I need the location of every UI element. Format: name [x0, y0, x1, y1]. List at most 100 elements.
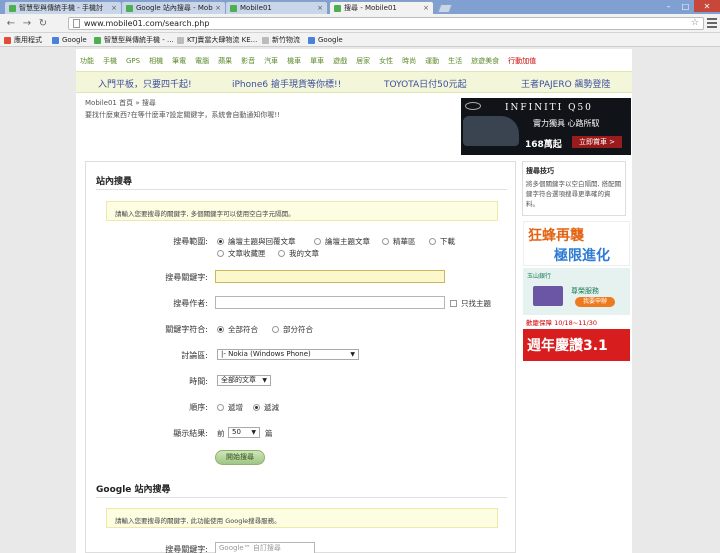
bookmark-item[interactable]: Google: [308, 35, 343, 45]
scope-radio[interactable]: 文章收藏匣: [217, 248, 266, 259]
minimize-icon[interactable]: –: [660, 0, 677, 12]
browser-tab[interactable]: Google 站內搜尋 - Mobi ×: [121, 1, 226, 14]
radio-icon: [217, 404, 224, 411]
promo-link[interactable]: TOYOTA日付50元起: [384, 77, 467, 90]
scope-radio[interactable]: 我的文章: [278, 248, 319, 259]
forward-icon[interactable]: →: [21, 17, 33, 29]
bookmark-label: Google: [318, 36, 343, 44]
close-tab-icon[interactable]: ×: [111, 4, 117, 12]
site-category-nav: 功能 手機 GPS 相機 筆電 電腦 蘋果 影音 汽車 機車 單車 遊戲 居家 …: [76, 53, 632, 69]
keyword-label: 搜尋關鍵字:: [165, 273, 208, 282]
radio-icon: [217, 250, 224, 257]
results-count-select[interactable]: 50 ▼: [228, 427, 260, 438]
radio-icon: [382, 238, 389, 245]
car-banner-ad[interactable]: INFINITI Q50 實力獨具 心路所馭 168萬起 立即賞車 >: [461, 98, 631, 155]
nav-item[interactable]: 居家: [356, 56, 370, 66]
menu-icon[interactable]: [707, 18, 717, 28]
bookmark-apps[interactable]: 應用程式: [4, 35, 42, 45]
ad-apply-button[interactable]: 我要申辦: [575, 297, 615, 307]
browser-tab-active[interactable]: 搜尋 - Mobile01 ×: [329, 1, 434, 14]
scope-radio[interactable]: 下載: [429, 236, 455, 247]
scope-radio[interactable]: 精華區: [382, 236, 416, 247]
side-ad-bank[interactable]: 玉山銀行 尊榮服務 我要申辦: [523, 268, 630, 315]
nav-item[interactable]: 機車: [287, 56, 301, 66]
nav-item[interactable]: 功能: [80, 56, 94, 66]
nav-item[interactable]: 相機: [149, 56, 163, 66]
bookmark-item[interactable]: Google: [52, 35, 87, 45]
match-radio[interactable]: 部分符合: [272, 324, 313, 335]
nav-item[interactable]: 時尚: [402, 56, 416, 66]
radio-icon: [278, 250, 285, 257]
side-ad-gaming[interactable]: 狂蜂再襲 極限進化: [523, 221, 630, 266]
page-icon: [262, 36, 269, 44]
close-tab-icon[interactable]: ×: [215, 4, 221, 12]
nav-item[interactable]: 遊戲: [333, 56, 347, 66]
google-icon: [52, 36, 59, 44]
breadcrumb[interactable]: Mobile01 首頁 » 搜尋: [85, 98, 156, 108]
close-window-icon[interactable]: ✕: [694, 0, 720, 12]
google-search-input[interactable]: Google™ 自訂搜尋: [215, 542, 315, 553]
nav-item[interactable]: GPS: [126, 57, 140, 65]
match-radio[interactable]: 全部符合: [217, 324, 258, 335]
section-title: Google 站內搜尋: [96, 485, 171, 495]
nav-item[interactable]: 手機: [103, 56, 117, 66]
browser-tab[interactable]: Mobile01 ×: [225, 1, 328, 14]
side-ad-sale[interactable]: 歡慶保障 10/18~11/30 週年慶讚3.1: [523, 317, 630, 361]
brand-logo-icon: [465, 102, 481, 110]
promo-link[interactable]: 入門平板，只要四千起!: [98, 77, 192, 90]
bookmark-item[interactable]: KTJ賣當大肆物流 KE...: [177, 35, 257, 45]
bookmark-label: 應用程式: [14, 36, 42, 44]
close-tab-icon[interactable]: ×: [423, 4, 429, 12]
radio-checked-icon: [217, 238, 224, 245]
url-text: www.mobile01.com/search.php: [84, 19, 210, 28]
maximize-icon[interactable]: □: [677, 0, 694, 12]
nav-item[interactable]: 女性: [379, 56, 393, 66]
nav-item[interactable]: 蘋果: [218, 56, 232, 66]
bookmark-label: 新竹物流: [272, 36, 300, 44]
select-value: |- Nokia (Windows Phone): [221, 350, 311, 358]
tab-title: 搜尋 - Mobile01: [344, 4, 397, 12]
topic-only-checkbox[interactable]: 只找主題: [450, 298, 491, 309]
tab-bar: 智慧型與傳統手機 - 手機討 × Google 站內搜尋 - Mobi × Mo…: [0, 0, 720, 14]
order-radio[interactable]: 遞增: [217, 402, 243, 413]
back-icon[interactable]: ←: [5, 17, 17, 29]
keyword-input[interactable]: [215, 270, 445, 283]
bookmark-item[interactable]: 智慧型與傳統手機 - ...: [94, 35, 174, 45]
promo-link[interactable]: iPhone6 搶手現貨等你標!!: [232, 77, 341, 90]
scope-radio[interactable]: 論壇主題文章: [314, 236, 370, 247]
nav-item[interactable]: 行動加值: [508, 56, 536, 66]
forum-select[interactable]: |- Nokia (Windows Phone) ▼: [217, 349, 359, 360]
nav-item[interactable]: 旅遊美食: [471, 56, 499, 66]
author-input[interactable]: [215, 296, 445, 309]
time-select[interactable]: 全部的文章 ▼: [217, 375, 271, 386]
radio-checked-icon: [217, 326, 224, 333]
ad-cta-button[interactable]: 立即賞車 >: [572, 136, 622, 148]
close-tab-icon[interactable]: ×: [317, 4, 323, 12]
divider: [96, 497, 507, 498]
bookmarks-bar: 應用程式 Google 智慧型與傳統手機 - ... KTJ賣當大肆物流 KE.…: [0, 33, 720, 47]
nav-item[interactable]: 影音: [241, 56, 255, 66]
nav-item[interactable]: 電腦: [195, 56, 209, 66]
scope-radio[interactable]: 論壇主題與回覆文章: [217, 236, 296, 247]
nav-item[interactable]: 單車: [310, 56, 324, 66]
browser-toolbar: ← → ↻ www.mobile01.com/search.php ☆: [0, 14, 720, 33]
section-title: 站內搜尋: [96, 177, 133, 187]
radio-icon: [429, 238, 436, 245]
new-tab-button[interactable]: [437, 4, 453, 13]
nav-item[interactable]: 運動: [425, 56, 439, 66]
order-radio[interactable]: 遞減: [253, 402, 279, 413]
promo-link[interactable]: 王者PAJERO 飆勢登陸: [521, 77, 611, 90]
google-keyword-label: 搜尋關鍵字:: [165, 545, 208, 553]
browser-tab[interactable]: 智慧型與傳統手機 - 手機討 ×: [4, 1, 122, 14]
nav-item[interactable]: 生活: [448, 56, 462, 66]
nav-item[interactable]: 筆電: [172, 56, 186, 66]
ad-headline: 週年慶讚3.1: [527, 338, 608, 354]
reload-icon[interactable]: ↻: [37, 17, 49, 29]
bookmark-item[interactable]: 新竹物流: [262, 35, 300, 45]
bookmark-star-icon[interactable]: ☆: [691, 18, 699, 28]
radio-label: 遞增: [228, 403, 243, 412]
bookmark-label: KTJ賣當大肆物流 KE...: [187, 36, 258, 44]
start-search-button[interactable]: 開始搜尋: [215, 450, 265, 465]
address-bar[interactable]: www.mobile01.com/search.php ☆: [68, 17, 704, 30]
nav-item[interactable]: 汽車: [264, 56, 278, 66]
